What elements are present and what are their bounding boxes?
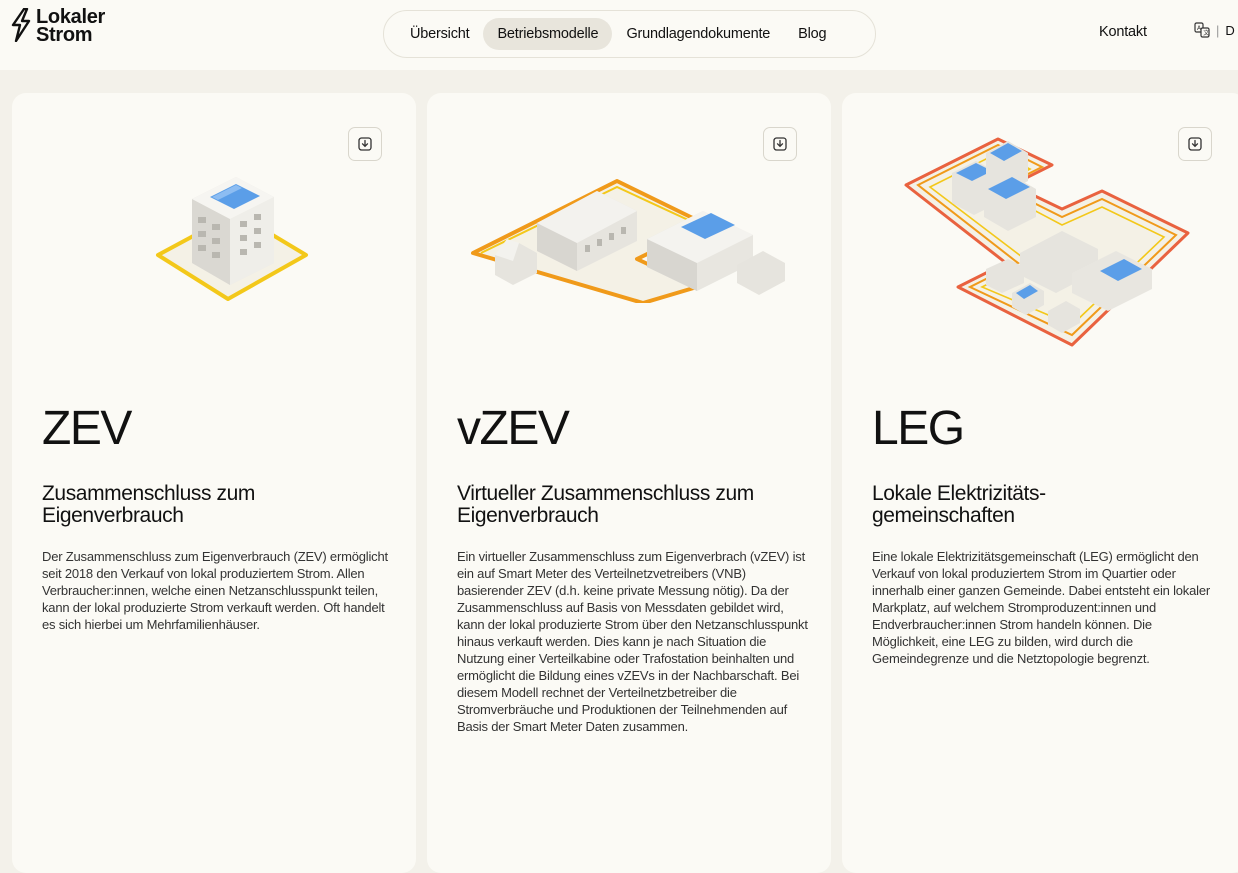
nav-item-uebersicht[interactable]: Übersicht [396,18,483,50]
card-leg: LEG Lokale Elektrizitäts-gemeinschaften … [842,93,1238,873]
card-body-vzev: Ein virtueller Zusammenschluss zum Eigen… [457,549,808,734]
contact-link[interactable]: Kontakt [1099,24,1147,40]
leg-community-illustration [904,137,1190,347]
nav-item-betriebsmodelle[interactable]: Betriebsmodelle [483,18,613,50]
download-button-zev[interactable] [348,127,382,161]
main-nav: Übersicht Betriebsmodelle Grundlagendoku… [383,10,876,58]
lightning-bolt-icon [11,8,31,42]
card-title-vzev: vZEV [457,402,570,455]
card-subtitle-leg: Lokale Elektrizitäts-gemeinschaften [872,482,1046,527]
card-body-zev: Der Zusammenschluss zum Eigenverbrauch (… [42,549,388,632]
lang-separator: | [1216,22,1220,38]
download-icon [773,137,787,151]
card-body-leg: Eine lokale Elektrizitätsgemeinschaft (L… [872,549,1210,666]
card-subtitle-vzev: Virtueller Zusammenschluss zum Eigenverb… [457,482,754,527]
nav-item-blog[interactable]: Blog [784,18,840,50]
download-button-vzev[interactable] [763,127,797,161]
vzev-neighbourhood-illustration [471,179,785,303]
card-zev: ZEV Zusammenschluss zum Eigenverbrauch D… [12,93,416,873]
lang-code: D [1225,22,1235,38]
card-subtitle-zev: Zusammenschluss zum Eigenverbrauch [42,482,255,527]
download-icon [358,137,372,151]
card-title-leg: LEG [872,402,965,455]
site-logo[interactable]: Lokaler Strom [10,7,105,46]
nav-item-grundlagendokumente[interactable]: Grundlagendokumente [612,18,784,50]
top-navigation-bar: Lokaler Strom Übersicht Betriebsmodelle … [0,0,1238,70]
language-switcher[interactable]: A 文 | D [1194,22,1235,38]
zev-building-illustration [156,177,308,301]
svg-text:文: 文 [1203,29,1209,37]
card-title-zev: ZEV [42,402,132,455]
card-vzev: vZEV Virtueller Zusammenschluss zum Eige… [427,93,831,873]
logo-line-2: Strom [36,24,93,46]
translate-icon: A 文 [1194,22,1210,38]
